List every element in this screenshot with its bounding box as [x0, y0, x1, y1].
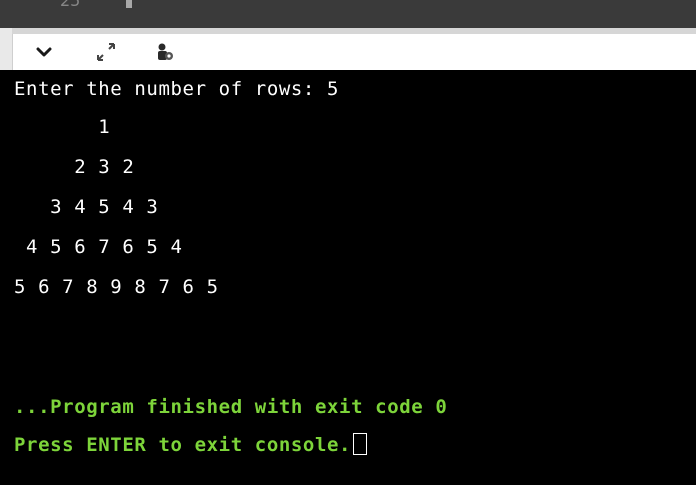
- expand-icon[interactable]: [93, 40, 119, 64]
- line-number: 25: [60, 0, 81, 10]
- chevron-down-icon[interactable]: [31, 40, 57, 64]
- console-output[interactable]: Enter the number of rows: 5 1 2 3 2 3 4 …: [0, 70, 696, 485]
- editor-top-strip: 25: [0, 0, 696, 29]
- pyramid-row: 4 5 6 7 6 5 4: [14, 236, 183, 258]
- scroll-marker: [126, 0, 132, 8]
- pyramid-row: 5 6 7 8 9 8 7 6 5: [14, 276, 219, 298]
- console-toolbar: [12, 34, 696, 70]
- pyramid-row: 3 4 5 4 3: [14, 196, 159, 218]
- pyramid-row: 2 3 2: [14, 156, 135, 178]
- online-compiler-console-window: 25 Enter the number of rows: 5 1 2 3 2 3…: [0, 0, 696, 485]
- debug-settings-icon[interactable]: [151, 40, 177, 64]
- exit-status-line: ...Program finished with exit code 0: [14, 396, 448, 418]
- input-prompt-line: Enter the number of rows: 5: [14, 78, 340, 100]
- left-margin: [0, 28, 12, 70]
- text-cursor[interactable]: [353, 433, 368, 455]
- pyramid-row: 1: [14, 116, 111, 138]
- press-enter-text: Press ENTER to exit console.: [14, 434, 352, 456]
- press-enter-line: Press ENTER to exit console.: [14, 430, 368, 460]
